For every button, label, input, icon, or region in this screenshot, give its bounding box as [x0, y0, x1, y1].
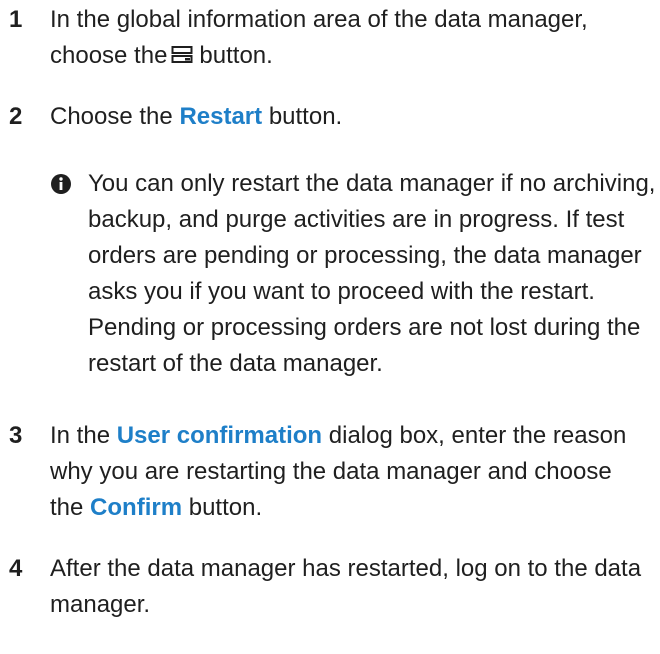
- step-number: 3: [9, 422, 23, 449]
- user-confirmation-dialog-label: User confirmation: [116, 422, 323, 449]
- step-1: 1 In the global information area of the …: [0, 2, 660, 78]
- step-number: 1: [9, 6, 23, 33]
- step-text: In the global information area of the da…: [50, 2, 650, 74]
- info-text: You can only restart the data manager if…: [88, 170, 656, 377]
- step-text: After the data manager has restarted, lo…: [50, 555, 642, 618]
- step-text-end: button.: [199, 42, 273, 69]
- step-text-end: button.: [268, 103, 343, 130]
- step-text-end: button.: [188, 494, 263, 521]
- step-number: 2: [9, 103, 23, 130]
- step-4: 4 After the data manager has restarted, …: [0, 551, 660, 627]
- info-icon: [50, 173, 72, 195]
- step-text-start: In the global information area of the da…: [50, 6, 588, 69]
- step-number: 4: [9, 555, 23, 582]
- restart-button-label: Restart: [179, 103, 263, 130]
- server-stack-icon: [171, 40, 195, 63]
- confirm-button-label: Confirm: [90, 494, 183, 521]
- step-2: 2 Choose the Restart button.: [0, 99, 660, 139]
- step-text: Choose the Restart button.: [50, 99, 650, 135]
- step-text: In the User confirmation dialog box, ent…: [50, 418, 650, 526]
- step-text-start: In the: [50, 422, 111, 449]
- step-3: 3 In the User confirmation dialog box, e…: [0, 418, 660, 530]
- step-text-start: Choose the: [50, 103, 173, 130]
